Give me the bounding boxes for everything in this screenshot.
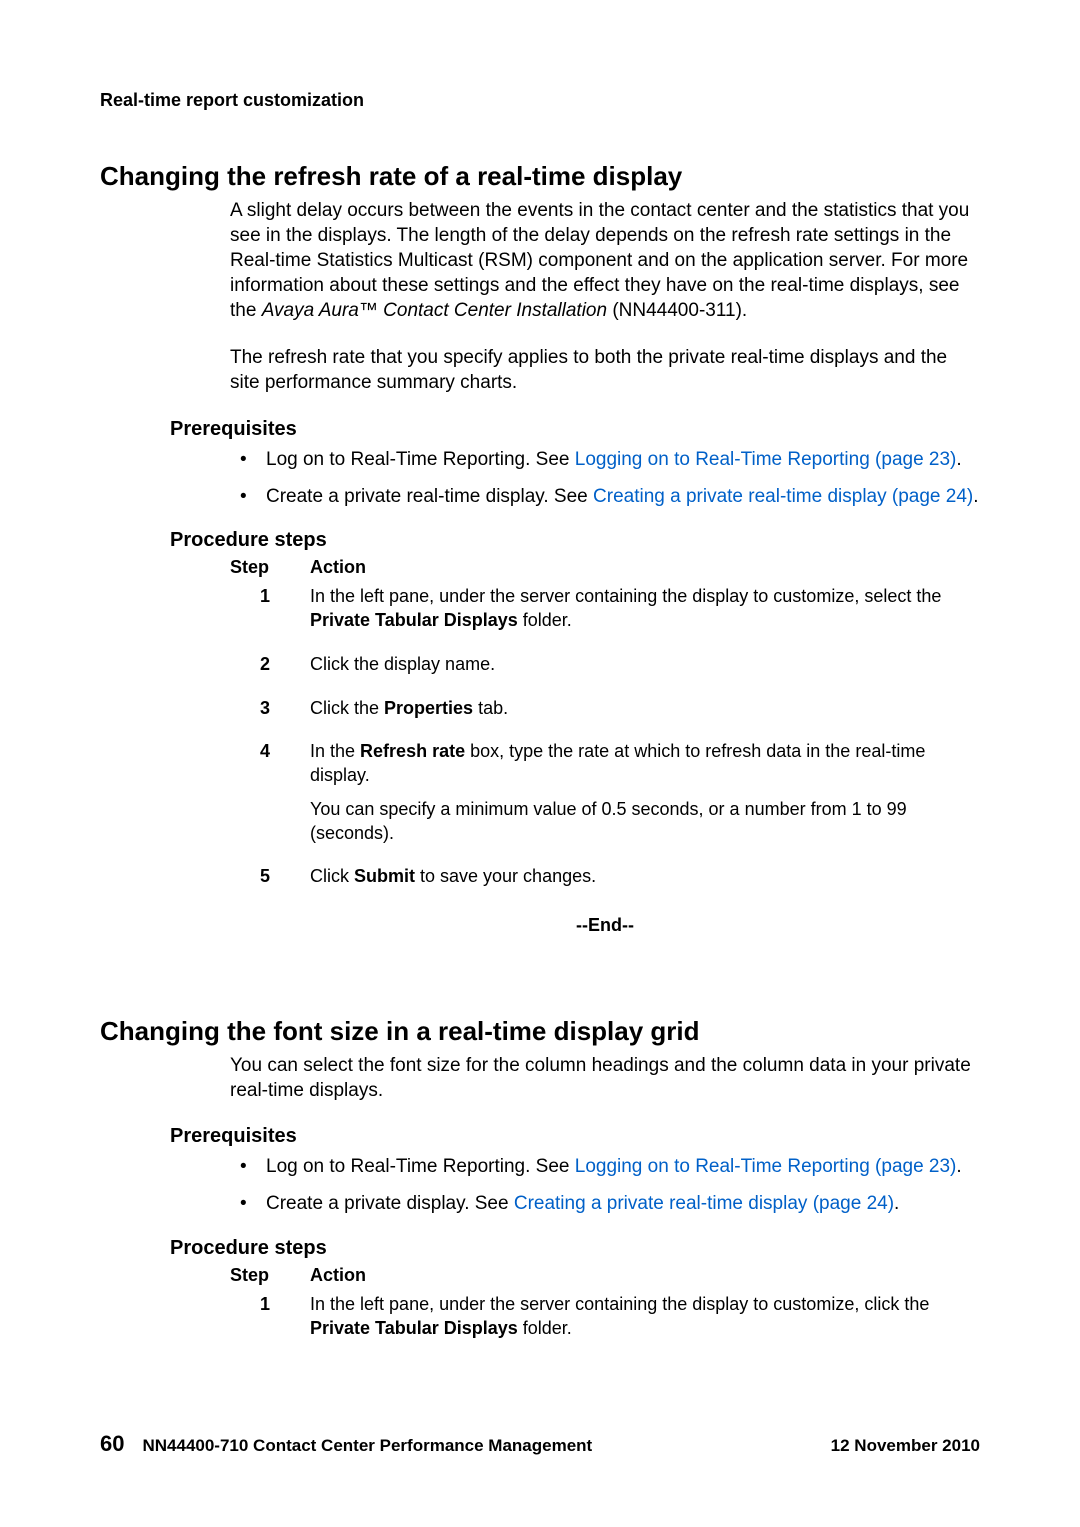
section2-prereq-list: Log on to Real-Time Reporting. See Loggi… <box>230 1154 980 1216</box>
section2-title: Changing the font size in a real-time di… <box>100 1016 980 1047</box>
section1-prereq-item: Create a private real-time display. See … <box>230 484 980 509</box>
section2-steps-heading: Procedure steps <box>170 1237 980 1260</box>
step-bold: Private Tabular Displays <box>310 610 518 630</box>
step-number: 1 <box>230 1293 310 1351</box>
section1-body: A slight delay occurs between the events… <box>230 198 980 396</box>
step-action: Click Submit to save your changes. <box>310 865 980 899</box>
prereq-after: . <box>956 449 961 470</box>
prereq-link[interactable]: Creating a private real-time display (pa… <box>514 1193 894 1214</box>
step-bold: Submit <box>354 866 415 886</box>
prereq-link[interactable]: Logging on to Real-Time Reporting (page … <box>575 1156 957 1177</box>
step-action: In the left pane, under the server conta… <box>310 585 980 643</box>
section1-prereq-item: Log on to Real-Time Reporting. See Loggi… <box>230 447 980 472</box>
table-row: 3 Click the Properties tab. <box>230 697 980 731</box>
step-number: 3 <box>230 697 310 731</box>
step-text: Click <box>310 866 354 886</box>
step-text: Click the display name. <box>310 654 495 674</box>
page-number: 60 <box>100 1431 124 1457</box>
section2-body: You can select the font size for the col… <box>230 1053 980 1103</box>
table-row: 4 In the Refresh rate box, type the rate… <box>230 740 980 855</box>
footer-date: 12 November 2010 <box>831 1436 980 1456</box>
step-action: In the Refresh rate box, type the rate a… <box>310 740 980 855</box>
step-number: 5 <box>230 865 310 899</box>
running-header: Real-time report customization <box>100 90 980 111</box>
section2-prereq-item: Create a private display. See Creating a… <box>230 1191 980 1216</box>
footer-left: 60 NN44400-710 Contact Center Performanc… <box>100 1431 592 1457</box>
table-row: 1 In the left pane, under the server con… <box>230 1293 980 1351</box>
table-row: 2 Click the display name. <box>230 653 980 687</box>
step-bold: Private Tabular Displays <box>310 1318 518 1338</box>
section2-steps-table: Step Action 1 In the left pane, under th… <box>230 1264 980 1351</box>
table-row: 5 Click Submit to save your changes. <box>230 865 980 899</box>
steps-header-step: Step <box>230 556 310 580</box>
step-text: In the left pane, under the server conta… <box>310 586 941 606</box>
section1-prereq-list: Log on to Real-Time Reporting. See Loggi… <box>230 447 980 509</box>
prereq-after: . <box>973 486 978 507</box>
step-number: 4 <box>230 740 310 855</box>
table-row: 1 In the left pane, under the server con… <box>230 585 980 643</box>
section1-steps-table: Step Action 1 In the left pane, under th… <box>230 556 980 900</box>
prereq-text: Create a private display. See <box>266 1193 514 1214</box>
step-text: to save your changes. <box>415 866 596 886</box>
step-bold: Refresh rate <box>360 741 465 761</box>
step-number: 1 <box>230 585 310 643</box>
step-text: folder. <box>518 610 572 630</box>
step-text: Click the <box>310 698 384 718</box>
step-bold: Properties <box>384 698 473 718</box>
footer-doc-title: NN44400-710 Contact Center Performance M… <box>142 1436 592 1456</box>
steps-header-row: Step Action <box>230 556 980 580</box>
section2-prereq-heading: Prerequisites <box>170 1125 980 1148</box>
page-footer: 60 NN44400-710 Contact Center Performanc… <box>100 1431 980 1457</box>
prereq-text: Create a private real-time display. See <box>266 486 593 507</box>
end-marker: --End-- <box>230 915 980 936</box>
step-number: 2 <box>230 653 310 687</box>
prereq-text: Log on to Real-Time Reporting. See <box>266 449 575 470</box>
steps-header-action: Action <box>310 1264 980 1288</box>
prereq-link[interactable]: Creating a private real-time display (pa… <box>593 486 973 507</box>
prereq-after: . <box>894 1193 899 1214</box>
step-text: folder. <box>518 1318 572 1338</box>
section2-prereq-item: Log on to Real-Time Reporting. See Loggi… <box>230 1154 980 1179</box>
step-action: In the left pane, under the server conta… <box>310 1293 980 1351</box>
prereq-after: . <box>956 1156 961 1177</box>
prereq-text: Log on to Real-Time Reporting. See <box>266 1156 575 1177</box>
steps-header-step: Step <box>230 1264 310 1288</box>
section1-prereq-heading: Prerequisites <box>170 418 980 441</box>
section1-steps-heading: Procedure steps <box>170 529 980 552</box>
step-text: tab. <box>473 698 508 718</box>
section1-para1b: (NN44400-311). <box>607 300 747 321</box>
step-action: Click the Properties tab. <box>310 697 980 731</box>
steps-header-row: Step Action <box>230 1264 980 1288</box>
section1-title: Changing the refresh rate of a real-time… <box>100 161 980 192</box>
section1-para1: A slight delay occurs between the events… <box>230 198 980 323</box>
prereq-link[interactable]: Logging on to Real-Time Reporting (page … <box>575 449 957 470</box>
step-text: In the left pane, under the server conta… <box>310 1294 929 1314</box>
step-extra: You can specify a minimum value of 0.5 s… <box>310 798 980 846</box>
steps-header-action: Action <box>310 556 980 580</box>
step-text: In the <box>310 741 360 761</box>
page: Real-time report customization Changing … <box>0 0 1080 1527</box>
section1-para1-italic: Avaya Aura™ Contact Center Installation <box>262 300 607 321</box>
section2-para1: You can select the font size for the col… <box>230 1053 980 1103</box>
step-action: Click the display name. <box>310 653 980 687</box>
section1-para2: The refresh rate that you specify applie… <box>230 345 980 395</box>
